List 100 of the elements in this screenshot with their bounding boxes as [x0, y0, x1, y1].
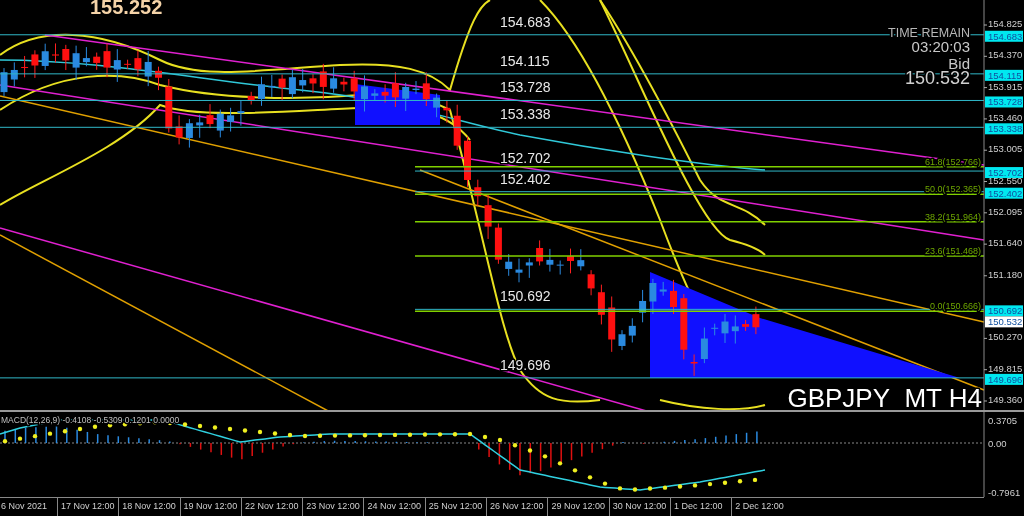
bullish-candle [731, 314, 739, 345]
high-price: 155.252 [90, 0, 163, 18]
symbol-title: GBPJPY_MT H4 [787, 383, 982, 412]
bearish-candle [103, 43, 111, 78]
bearish-candle [464, 136, 471, 188]
bearish-candle [680, 293, 688, 360]
bearish-candle [536, 239, 544, 266]
bullish-candle [144, 50, 152, 87]
bullish-candle [546, 248, 554, 273]
bearish-candle [31, 49, 39, 79]
time-axis-label: 19 Nov 12:00 [179, 498, 241, 516]
bearish-candle [597, 284, 605, 325]
bullish-candle [700, 327, 708, 364]
price-level-tag: 153.728 [985, 96, 1023, 108]
bearish-candle [52, 42, 59, 63]
bullish-candle [371, 88, 379, 101]
price-axis-label: 151.640 [988, 237, 1023, 249]
time-axis-label: 26 Nov 12:00 [486, 498, 548, 516]
bullish-candle [113, 48, 121, 83]
bullish-candle [639, 289, 647, 323]
time-axis-label: 25 Nov 12:00 [424, 498, 487, 516]
bid-price-tag: 150.532 [985, 316, 1023, 328]
bearish-candle [155, 66, 162, 91]
bearish-candle [278, 74, 286, 101]
bearish-candle [309, 73, 317, 94]
price-axis-label: 154.825 [988, 18, 1023, 29]
bullish-candle [41, 43, 49, 71]
bearish-candle [670, 279, 677, 315]
bullish-candle [515, 258, 523, 283]
bullish-candle [72, 45, 80, 81]
bullish-candle [0, 67, 8, 97]
time-axis-label: 24 Nov 12:00 [363, 498, 425, 516]
bearish-candle [340, 77, 348, 92]
bearish-candle [422, 71, 430, 107]
bearish-candle [350, 70, 358, 102]
bullish-candle [227, 107, 235, 133]
fibonacci-label: 23.6(151.468) [924, 245, 981, 256]
fibonacci-label: 0.0(150.666) [929, 301, 981, 312]
bullish-candle [196, 114, 204, 139]
timer-value: 03:20:03 [911, 38, 970, 55]
bearish-candle [124, 59, 132, 70]
price-level-label: 153.728 [500, 79, 551, 96]
price-axis-label: 153.460 [988, 111, 1023, 123]
bullish-candle [402, 82, 410, 112]
price-axis-label: 153.005 [988, 143, 1023, 155]
bearish-candle [247, 91, 255, 106]
price-level-label: 150.692 [500, 288, 551, 305]
price-axis-label: 152.095 [988, 205, 1023, 217]
time-axis-label: 17 Nov 12:00 [57, 498, 119, 516]
bullish-candle [659, 281, 667, 297]
price-level-tag: 150.692 [985, 305, 1023, 317]
bearish-candle [453, 104, 461, 151]
bullish-candle [361, 74, 368, 112]
bearish-candle [391, 71, 399, 108]
bullish-candle [721, 313, 729, 344]
bullish-candle [237, 99, 245, 127]
price-level-tag: 152.702 [985, 167, 1023, 179]
price-axis-label: 150.270 [988, 331, 1023, 343]
macd-axis-label: -0.7961 [988, 486, 1021, 497]
bullish-candle [556, 260, 564, 276]
price-level-tag: 154.683 [985, 30, 1023, 42]
bullish-candle [628, 317, 636, 343]
bearish-candle [206, 103, 214, 129]
bearish-candle [567, 248, 574, 274]
time-axis-label: 29 Nov 12:00 [547, 498, 609, 516]
price-level-label: 153.338 [500, 106, 551, 123]
time-axis-label: 30 Nov 12:00 [608, 498, 670, 516]
price-level-label: 152.702 [500, 150, 551, 167]
price-level-label: 154.115 [500, 52, 550, 69]
bullish-candle [185, 118, 193, 149]
bullish-candle [433, 93, 441, 118]
price-axis-label: 149.360 [988, 394, 1023, 405]
bearish-candle [443, 99, 451, 124]
bearish-candle [175, 114, 183, 145]
bearish-candle [319, 63, 327, 100]
bearish-candle [690, 353, 698, 377]
bullish-candle [412, 80, 420, 95]
price-level-tag: 153.338 [985, 123, 1023, 135]
price-level-label: 154.683 [500, 13, 551, 30]
price-axis-label: 151.180 [988, 268, 1023, 280]
price-axis-label: 153.915 [988, 80, 1023, 92]
bullish-candle [10, 61, 18, 87]
bullish-candle [330, 66, 338, 94]
bearish-candle [21, 55, 29, 78]
bullish-candle [258, 76, 265, 107]
bearish-candle [587, 269, 595, 296]
bearish-candle [484, 193, 492, 240]
price-level-label: 152.402 [500, 170, 551, 187]
price-level-tag: 152.402 [985, 187, 1023, 199]
bearish-candle [165, 78, 173, 134]
time-axis-label: 6 Nov 2021 [0, 500, 49, 513]
macd-axis-label: 0.00 [988, 437, 1007, 449]
price-axis-label: 154.370 [988, 49, 1023, 61]
bullish-candle [711, 323, 719, 336]
fibonacci-label: 38.2(151.964) [924, 211, 981, 222]
bearish-candle [134, 50, 142, 77]
bullish-candle [288, 69, 296, 99]
bearish-candle [608, 296, 616, 353]
bullish-candle [216, 109, 224, 138]
bearish-candle [381, 83, 389, 104]
